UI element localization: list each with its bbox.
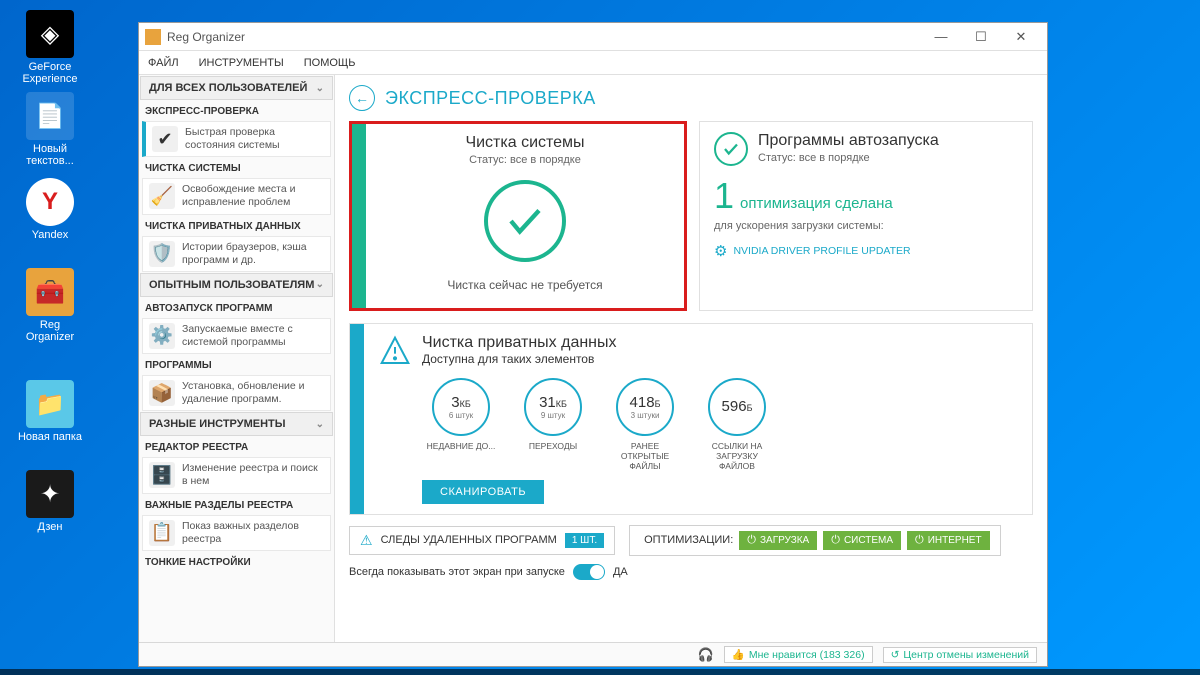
card-autostart[interactable]: Программы автозапуска Статус: все в поря… [699, 121, 1033, 311]
yandex-icon: Y [26, 178, 74, 226]
sidebar-cat-fine-tuning: ТОНКИЕ НАСТРОЙКИ [139, 554, 334, 571]
sidebar-cat-important-keys: ВАЖНЫЕ РАЗДЕЛЫ РЕЕСТРА [139, 497, 334, 514]
dzen-icon: ✦ [26, 470, 74, 518]
gear-icon: ⚙ [714, 242, 727, 260]
sidebar-cat-private: ЧИСТКА ПРИВАТНЫХ ДАННЫХ [139, 218, 334, 235]
scan-button[interactable]: СКАНИРОВАТЬ [422, 480, 544, 504]
power-icon: ⏻ [915, 534, 924, 547]
registry-icon: 🗄️ [149, 462, 175, 488]
desktop-icon-textfile[interactable]: 📄Новый текстов... [15, 92, 85, 167]
deleted-programs-traces[interactable]: ⚠ СЛЕДЫ УДАЛЕННЫХ ПРОГРАММ 1 ШТ. [349, 526, 615, 555]
sidebar-cat-autostart: АВТОЗАПУСК ПРОГРАММ [139, 300, 334, 317]
close-button[interactable]: ✕ [1001, 24, 1041, 50]
card-accent [350, 324, 364, 514]
desktop-icon-dzen[interactable]: ✦Дзен [15, 470, 85, 533]
optimization-count: 1 оптимизация сделана [714, 178, 1018, 214]
opt-system-button[interactable]: ⏻СИСТЕМА [823, 531, 901, 550]
app-icon [145, 29, 161, 45]
menu-file[interactable]: ФАЙЛ [145, 54, 182, 72]
optimizations-panel: ОПТИМИЗАЦИИ: ⏻ЗАГРУЗКА ⏻СИСТЕМА ⏻ИНТЕРНЕ… [629, 525, 1000, 556]
sidebar-item-important-keys[interactable]: 📋Показ важных разделов реестра [142, 515, 331, 551]
card-status: Статус: все в порядке [469, 154, 581, 166]
warning-icon: ⚠ [360, 532, 373, 549]
sidebar-cat-express: ЭКСПРЕСС-ПРОВЕРКА [139, 103, 334, 120]
card-status: Статус: все в порядке [758, 152, 939, 164]
menubar: ФАЙЛ ИНСТРУМЕНТЫ ПОМОЩЬ [139, 51, 1047, 75]
sidebar-header-all-users[interactable]: ДЛЯ ВСЕХ ПОЛЬЗОВАТЕЛЕЙ⌄ [140, 76, 333, 100]
shield-icon: 🛡️ [149, 241, 175, 267]
taskbar[interactable] [0, 669, 1200, 675]
chevron-down-icon: ⌄ [316, 279, 324, 290]
card-title: Чистка приватных данных [422, 334, 617, 352]
opt-internet-button[interactable]: ⏻ИНТЕРНЕТ [907, 531, 990, 550]
stat-opened-files[interactable]: 418Б3 штукиРАНЕЕ ОТКРЫТЫЕ ФАЙЛЫ [606, 378, 684, 472]
page-title: ЭКСПРЕСС-ПРОВЕРКА [385, 88, 596, 109]
sidebar-header-tools[interactable]: РАЗНЫЕ ИНСТРУМЕНТЫ⌄ [140, 412, 333, 436]
stat-download-links[interactable]: 596БССЫЛКИ НА ЗАГРУЗКУ ФАЙЛОВ [698, 378, 776, 472]
like-button[interactable]: 👍Мне нравится (183 326) [724, 646, 873, 663]
card-system-cleanup[interactable]: Чистка системы Статус: все в порядке Чис… [349, 121, 687, 311]
sidebar-item-system-clean[interactable]: 🧹Освобождение места и исправление пробле… [142, 178, 331, 214]
stat-recent-docs[interactable]: 3КБ6 штукНЕДАВНИЕ ДО... [422, 378, 500, 472]
card-footer: Чистка сейчас не требуется [447, 278, 602, 298]
desktop-icon-geforce[interactable]: ◈GeForce Experience [15, 10, 85, 85]
opt-boot-button[interactable]: ⏻ЗАГРУЗКА [739, 531, 817, 550]
app-window: Reg Organizer — ☐ ✕ ФАЙЛ ИНСТРУМЕНТЫ ПОМ… [138, 22, 1048, 667]
sidebar-item-regedit[interactable]: 🗄️Изменение реестра и поиск в нем [142, 457, 331, 493]
support-icon[interactable]: 🎧 [698, 647, 714, 663]
private-data-stats: 3КБ6 штукНЕДАВНИЕ ДО... 31КБ9 штукПЕРЕХО… [422, 378, 1018, 472]
box-icon: 📦 [149, 380, 175, 406]
folder-icon: 📁 [26, 380, 74, 428]
undo-center-button[interactable]: ↺Центр отмены изменений [883, 647, 1037, 663]
key-sections-icon: 📋 [149, 520, 175, 546]
sidebar-item-programs[interactable]: 📦Установка, обновление и удаление програ… [142, 375, 331, 411]
sidebar: ДЛЯ ВСЕХ ПОЛЬЗОВАТЕЛЕЙ⌄ ЭКСПРЕСС-ПРОВЕРК… [139, 75, 335, 642]
check-icon: ✔︎ [152, 126, 178, 152]
warning-icon [378, 334, 412, 368]
check-circle-icon [484, 180, 566, 262]
stat-transitions[interactable]: 31КБ9 штукПЕРЕХОДЫ [514, 378, 592, 472]
undo-icon: ↺ [891, 649, 900, 661]
thumbs-up-icon: 👍 [732, 648, 745, 661]
nvidia-icon: ◈ [26, 10, 74, 58]
card-status: Доступна для таких элементов [422, 352, 617, 366]
maximize-button[interactable]: ☐ [961, 24, 1001, 50]
sidebar-header-advanced[interactable]: ОПЫТНЫМ ПОЛЬЗОВАТЕЛЯМ⌄ [140, 273, 333, 297]
sidebar-cat-programs: ПРОГРАММЫ [139, 357, 334, 374]
traces-count-badge: 1 ШТ. [565, 533, 604, 548]
broom-icon: 🧹 [149, 183, 175, 209]
sidebar-cat-system-clean: ЧИСТКА СИСТЕМЫ [139, 160, 334, 177]
card-accent [352, 124, 366, 308]
optimization-subtitle: для ускорения загрузки системы: [714, 220, 1018, 232]
sidebar-cat-regedit: РЕДАКТОР РЕЕСТРА [139, 439, 334, 456]
main-content: ← ЭКСПРЕСС-ПРОВЕРКА Чистка системы Стату… [335, 75, 1047, 642]
chevron-down-icon: ⌄ [316, 419, 324, 430]
card-title: Чистка системы [465, 134, 584, 152]
power-icon: ⏻ [831, 534, 840, 547]
menu-tools[interactable]: ИНСТРУМЕНТЫ [196, 54, 287, 72]
power-icon: ⏻ [747, 534, 756, 547]
startup-icon: ⚙️ [149, 323, 175, 349]
optimization-item[interactable]: ⚙NVIDIA DRIVER PROFILE UPDATER [714, 242, 1018, 260]
statusbar: 🎧 👍Мне нравится (183 326) ↺Центр отмены … [139, 642, 1047, 666]
file-icon: 📄 [26, 92, 74, 140]
always-show-toggle[interactable] [573, 564, 605, 580]
reg-organizer-icon: 🧰 [26, 268, 74, 316]
back-button[interactable]: ← [349, 85, 375, 111]
sidebar-item-private-clean[interactable]: 🛡️Истории браузеров, кэша программ и др. [142, 236, 331, 272]
check-circle-icon [714, 132, 748, 166]
minimize-button[interactable]: — [921, 24, 961, 50]
desktop-icon-folder[interactable]: 📁Новая папка [15, 380, 85, 443]
always-show-row: Всегда показывать этот экран при запуске… [349, 564, 1033, 586]
titlebar[interactable]: Reg Organizer — ☐ ✕ [139, 23, 1047, 51]
desktop-icon-regorganizer[interactable]: 🧰Reg Organizer [15, 268, 85, 343]
desktop-icon-yandex[interactable]: YYandex [15, 178, 85, 241]
chevron-down-icon: ⌄ [316, 83, 324, 94]
card-private-data: Чистка приватных данных Доступна для так… [349, 323, 1033, 515]
window-title: Reg Organizer [167, 30, 921, 44]
sidebar-item-autostart[interactable]: ⚙️Запускаемые вместе с системой программ… [142, 318, 331, 354]
card-title: Программы автозапуска [758, 132, 939, 150]
sidebar-item-express-check[interactable]: ✔︎Быстрая проверка состояния системы [142, 121, 331, 157]
menu-help[interactable]: ПОМОЩЬ [301, 54, 359, 72]
